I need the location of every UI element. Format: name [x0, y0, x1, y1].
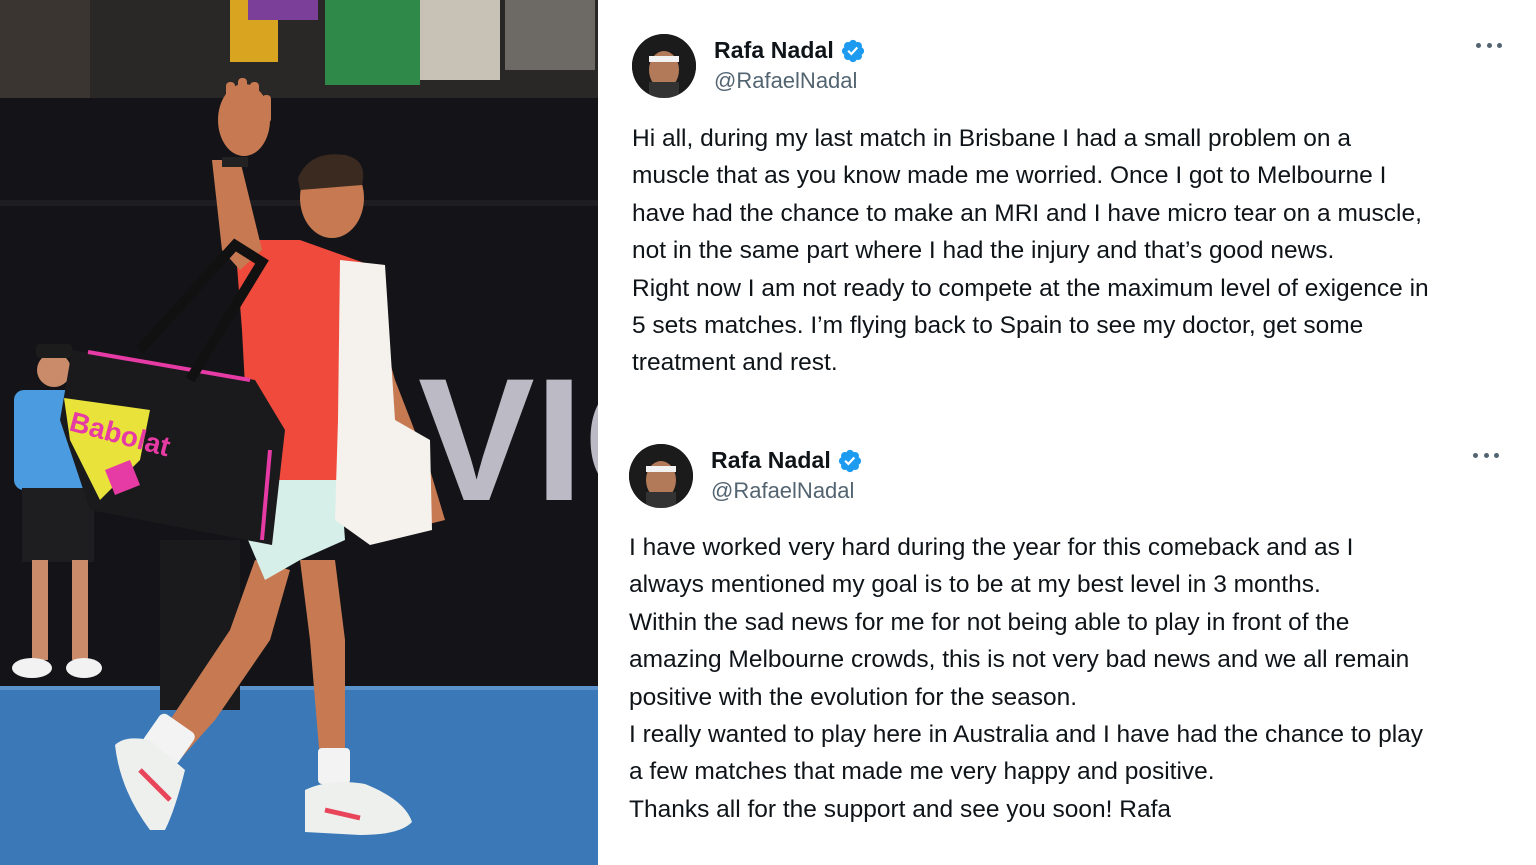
name-row: Rafa Nadal — [714, 37, 866, 64]
avatar-image — [632, 34, 696, 98]
more-options-icon[interactable] — [1473, 450, 1499, 460]
more-options-icon[interactable] — [1476, 40, 1502, 50]
player-photo: VIC — [0, 0, 598, 865]
tweet-line: treatment and rest. — [632, 349, 838, 377]
tweet-line: always mentioned my goal is to be at my … — [629, 571, 1321, 599]
tweet-header: Rafa Nadal @RafaelNadal — [629, 444, 1509, 510]
tweet-line: 5 sets matches. I’m flying back to Spain… — [632, 312, 1364, 340]
display-name[interactable]: Rafa Nadal — [714, 37, 834, 64]
name-row: Rafa Nadal — [711, 447, 863, 474]
tweet-header: Rafa Nadal @RafaelNadal — [632, 34, 1512, 100]
tweet-text: Hi all, during my last match in Brisbane… — [632, 120, 1527, 382]
tweet-line: Hi all, during my last match in Brisbane… — [632, 125, 1351, 152]
tweet-card: Rafa Nadal @RafaelNadal I have worked ve… — [605, 432, 1536, 865]
tweet-line: positive with the evolution for the seas… — [629, 683, 1078, 711]
verified-badge-icon — [840, 38, 866, 64]
tweet-line: amazing Melbourne crowds, this is not ve… — [629, 646, 1410, 674]
display-name[interactable]: Rafa Nadal — [711, 447, 831, 474]
tweet-text: I have worked very hard during the year … — [629, 529, 1524, 828]
tweet-line: I have worked very hard during the year … — [629, 534, 1354, 561]
avatar[interactable] — [629, 444, 693, 508]
user-handle[interactable]: @RafaelNadal — [714, 68, 857, 94]
backdrop-letters: VIC — [418, 343, 598, 538]
photo-illustration: VIC — [0, 0, 598, 865]
tweet-line: Right now I am not ready to compete at t… — [632, 274, 1429, 302]
user-handle[interactable]: @RafaelNadal — [711, 478, 854, 504]
avatar-image — [629, 444, 693, 508]
tweet-card: Rafa Nadal @RafaelNadal Hi all, during m… — [608, 0, 1536, 390]
tweet-line: muscle that as you know made me worried.… — [632, 162, 1387, 190]
tweet-line: Thanks all for the support and see you s… — [629, 795, 1172, 823]
avatar[interactable] — [632, 34, 696, 98]
tweet-line: have had the chance to make an MRI and I… — [632, 199, 1422, 227]
tweet-line: Within the sad news for me for not being… — [629, 608, 1350, 636]
tweet-line: not in the same part where I had the inj… — [632, 237, 1335, 265]
tweet-line: a few matches that made me very happy an… — [629, 758, 1215, 786]
tweet-line: I really wanted to play here in Australi… — [629, 721, 1424, 749]
verified-badge-icon — [837, 448, 863, 474]
